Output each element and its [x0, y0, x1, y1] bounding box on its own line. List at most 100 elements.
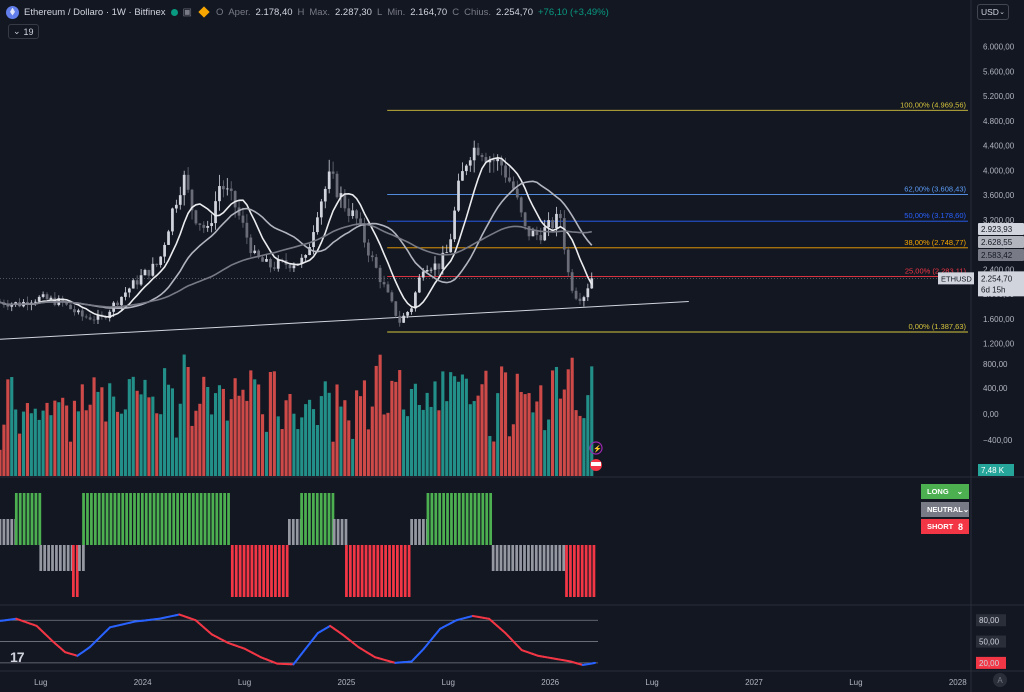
volume-bar: [331, 441, 335, 476]
signal-bar: [489, 493, 493, 545]
candle-body: [80, 310, 84, 317]
high-value: 2.287,30: [334, 6, 372, 18]
auto-scale-button[interactable]: A: [993, 673, 1007, 687]
signal-bar: [352, 545, 356, 597]
ma-tag: 2.583,42: [981, 251, 1013, 260]
fib-level-label: 50,00% (3.178,60): [904, 211, 966, 220]
signal-bar: [86, 493, 89, 545]
signal-bar: [592, 545, 596, 597]
time-tick-label: 2025: [338, 678, 356, 687]
signal-bar: [117, 493, 121, 545]
volume-bar: [511, 424, 515, 476]
candle-body: [261, 257, 264, 262]
candle-body: [476, 147, 480, 155]
signal-bar: [376, 545, 380, 597]
signal-bar: [454, 493, 457, 545]
currency-label: USD: [981, 7, 999, 17]
volume-bar: [425, 392, 429, 476]
volume-bar: [554, 366, 559, 476]
candle-body: [351, 210, 355, 216]
volume-bar: [574, 410, 578, 476]
volume-bar: [198, 403, 202, 476]
signal-bar: [558, 545, 562, 571]
volume-bar: [550, 370, 555, 476]
signal-bar: [392, 545, 395, 597]
candle-body: [445, 252, 449, 254]
ethereum-coin-icon: [6, 5, 19, 19]
candle-body: [241, 215, 245, 223]
volume-bar: [178, 403, 182, 476]
signal-bar: [562, 545, 566, 571]
volume-bar: [284, 400, 288, 476]
signal-neutral-pill[interactable]: NEUTRAL ⌄: [921, 502, 969, 517]
volume-bar: [468, 404, 472, 476]
volume-tick-label: −400,00: [983, 436, 1013, 445]
signal-short-label: SHORT: [927, 522, 954, 531]
volume-bar: [245, 400, 249, 476]
flag-diamond-icon[interactable]: [198, 6, 210, 18]
signal-bar: [368, 545, 372, 597]
volume-bar: [370, 406, 374, 476]
candle-body: [539, 235, 543, 241]
volume-bar: [151, 396, 155, 476]
signal-bar: [258, 545, 262, 597]
signal-bar: [469, 493, 473, 545]
volume-bar: [6, 379, 10, 476]
symbol-title[interactable]: Ethereum / Dollaro · 1W · Bitfinex: [24, 7, 166, 18]
indicators-toggle[interactable]: ⌄ 19: [8, 24, 39, 39]
price-tick-label: 5.200,00: [983, 92, 1015, 101]
currency-select[interactable]: USD ⌄: [977, 4, 1009, 20]
signal-short-pill[interactable]: SHORT 8: [921, 519, 969, 534]
candle-body: [453, 210, 456, 240]
signal-bar: [277, 545, 281, 597]
signal-bar: [534, 545, 538, 571]
candle-body: [233, 191, 237, 208]
low-key: Min.: [387, 6, 406, 18]
volume-bar: [104, 421, 108, 476]
signal-bar: [39, 545, 43, 571]
volume-bar: [170, 388, 174, 476]
candle-body: [84, 316, 88, 318]
signal-bar: [315, 493, 319, 545]
price-tick-label: 4.000,00: [983, 166, 1015, 175]
candle-body: [253, 250, 257, 253]
signal-bar: [285, 545, 289, 597]
volume-bar: [127, 379, 131, 476]
candle-body: [316, 217, 319, 233]
candle-body: [527, 226, 531, 237]
low-value: 2.164,70: [410, 6, 448, 18]
signal-bar: [227, 493, 230, 545]
signal-long-pill[interactable]: LONG ⌄: [921, 484, 969, 499]
candle-body: [151, 263, 155, 276]
candle-body: [206, 225, 210, 228]
candle-body: [559, 213, 562, 219]
signal-bar: [356, 545, 360, 597]
candle-body: [198, 223, 202, 225]
volume-bar: [402, 409, 406, 476]
signal-bar: [465, 493, 469, 545]
volume-bar: [45, 402, 49, 476]
signal-bar: [332, 519, 336, 545]
signal-bar: [527, 545, 530, 571]
favorite-icon[interactable]: ▣: [183, 7, 192, 18]
signal-bar: [450, 493, 453, 545]
signal-bar: [461, 493, 465, 545]
candle-body: [73, 309, 76, 313]
time-tick-label: 2027: [745, 678, 763, 687]
volume-bar: [123, 409, 127, 476]
signal-bar: [426, 493, 430, 545]
signal-bar: [2, 519, 6, 545]
volume-bar: [249, 370, 253, 476]
volume-bar: [323, 381, 327, 476]
volume-bar: [535, 401, 539, 476]
tradingview-logo-icon[interactable]: 17: [10, 649, 25, 665]
price-chart[interactable]: 6.000,00 5.600,00 5.200,00 4.800,00 4.400,00…: [0, 0, 1024, 692]
signal-bar: [101, 493, 105, 545]
volume-bar: [590, 366, 594, 476]
candle-body: [519, 197, 523, 213]
signal-bar: [584, 545, 588, 597]
signal-bar: [164, 493, 168, 545]
signal-bar: [129, 493, 132, 545]
signal-bar: [238, 545, 242, 597]
volume-tick-label: 800,00: [983, 360, 1008, 369]
